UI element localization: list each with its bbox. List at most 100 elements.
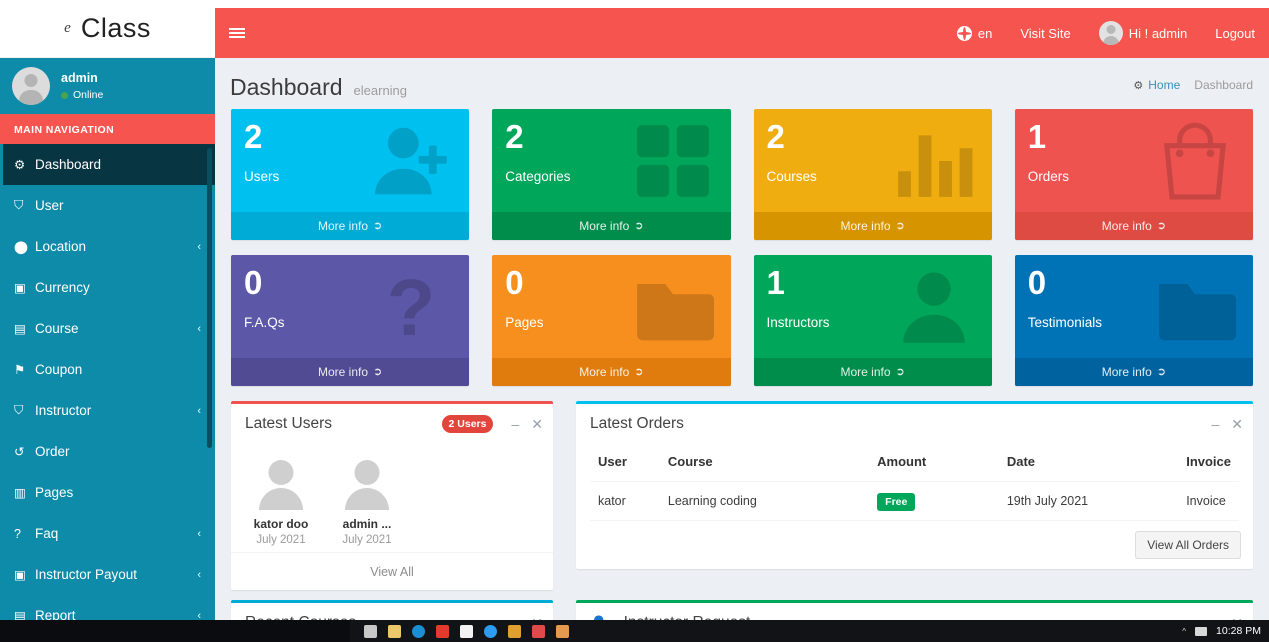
sidebar: e Class admin Online MAIN NAVIGATION ⚙ Da… xyxy=(0,0,215,630)
globe-icon: ⬤ xyxy=(14,240,28,254)
taskbar-clock[interactable]: 10:28 PM xyxy=(1216,625,1261,637)
sidebar-item-coupon[interactable]: ⚑ Coupon xyxy=(0,349,215,390)
order-user[interactable]: kator xyxy=(590,481,660,521)
sidebar-item-user[interactable]: ⛉ User xyxy=(0,185,215,226)
chevron-left-icon: ‹ xyxy=(197,240,201,253)
user-plus-icon: ⛉ xyxy=(14,403,24,417)
sidebar-user-status: Online xyxy=(61,88,103,104)
content-area: Dashboard elearning ⚙ Home Dashboard 2 Us… xyxy=(215,58,1269,630)
edge-icon[interactable] xyxy=(412,624,425,638)
info-box-label: Categories xyxy=(505,169,571,184)
info-box-orders[interactable]: 1 Orders More info ➲ xyxy=(1014,109,1253,240)
info-box-instructors[interactable]: 1 Instructors More info ➲ xyxy=(753,255,992,386)
close-icon[interactable]: ✕ xyxy=(1231,417,1243,431)
orders-table: User Course Amount Date Invoice kator Learnin… xyxy=(590,444,1239,521)
arrow-circle-right-icon: ➲ xyxy=(373,219,383,232)
latest-orders-header: Latest Orders – ✕ xyxy=(576,404,1253,444)
info-box-more-link[interactable]: More info ➲ xyxy=(231,212,470,240)
order-date: 19th July 2021 xyxy=(998,481,1179,521)
logout-link[interactable]: Logout xyxy=(1201,8,1269,58)
user-add-icon xyxy=(365,120,457,202)
arrow-circle-right-icon: ➲ xyxy=(895,219,905,232)
brand-logo[interactable]: e Class xyxy=(0,0,215,58)
app-pink-icon[interactable] xyxy=(532,624,545,638)
sidebar-item-dashboard[interactable]: ⚙ Dashboard xyxy=(0,144,215,185)
minus-icon[interactable]: – xyxy=(1211,417,1219,431)
info-box-users[interactable]: 2 Users More info ➲ xyxy=(231,109,470,240)
sidebar-item-location[interactable]: ⬤ Location ‹ xyxy=(0,226,215,267)
orders-col-header: User xyxy=(590,444,660,482)
close-icon[interactable]: ✕ xyxy=(531,417,543,431)
breadcrumb: ⚙ Home Dashboard xyxy=(1133,78,1253,92)
order-invoice-link[interactable]: Invoice xyxy=(1178,481,1239,521)
latest-users-footer: View All xyxy=(231,552,553,590)
sidebar-item-currency[interactable]: ▣ Currency xyxy=(0,267,215,308)
info-box-more-link[interactable]: More info ➲ xyxy=(492,358,731,386)
app-yellow-icon[interactable] xyxy=(508,624,521,638)
info-box-f-a-qs[interactable]: 0 F.A.Qs? More info ➲ xyxy=(231,255,470,386)
sidebar-item-course[interactable]: ▤ Course ‹ xyxy=(0,308,215,349)
info-box-label: Pages xyxy=(505,315,544,330)
app-blue-icon[interactable] xyxy=(484,624,497,638)
info-box-testimonials[interactable]: 0 Testimonials More info ➲ xyxy=(1014,255,1253,386)
info-box-label: Testimonials xyxy=(1027,315,1103,330)
user-icon: ⛉ xyxy=(14,198,24,212)
sidebar-item-pages[interactable]: ▥ Pages xyxy=(0,472,215,513)
tag-icon: ⚑ xyxy=(14,363,26,377)
info-box-categories[interactable]: 2 Categories More info ➲ xyxy=(492,109,731,240)
dashboard-icon: ⚙ xyxy=(14,158,26,172)
info-box-label: F.A.Qs xyxy=(244,315,285,330)
greeting-label: Hi ! admin xyxy=(1128,25,1188,41)
question-circle-icon: ? xyxy=(14,526,21,541)
app-red-icon[interactable] xyxy=(436,624,449,638)
page-title: Dashboard xyxy=(230,74,343,100)
globe-icon xyxy=(956,25,972,41)
arrow-circle-right-icon: ➲ xyxy=(1156,365,1166,378)
orders-table-body: kator Learning coding Free 19th July 2021 In… xyxy=(590,481,1239,521)
sidebar-item-instructor-payout[interactable]: ▣ Instructor Payout ‹ xyxy=(0,554,215,595)
info-box-more-link[interactable]: More info ➲ xyxy=(753,212,992,240)
order-amount-badge: Free xyxy=(877,493,916,511)
latest-user-name: admin ... xyxy=(342,517,392,531)
visit-site-link[interactable]: Visit Site xyxy=(1006,8,1084,58)
sidebar-item-label: Dashboard xyxy=(35,157,102,172)
taskbar-caret-icon[interactable]: ^ xyxy=(1182,627,1186,636)
visit-site-label: Visit Site xyxy=(1020,25,1071,41)
view-all-users-link[interactable]: View All xyxy=(370,565,414,579)
taskbar-start-region[interactable] xyxy=(0,620,350,642)
info-box-more-link[interactable]: More info ➲ xyxy=(1014,212,1253,240)
sidebar-item-faq[interactable]: ? Faq ‹ xyxy=(0,513,215,554)
language-switcher[interactable]: en xyxy=(943,8,1006,58)
info-box-more-link[interactable]: More info ➲ xyxy=(231,358,470,386)
sidebar-user-panel[interactable]: admin Online xyxy=(0,58,215,114)
app-white-icon[interactable] xyxy=(460,624,473,638)
info-box-row-1: 2 Users More info ➲ 2 Categories More info ➲ 2 Co… xyxy=(215,109,1269,255)
page-header: Dashboard elearning ⚙ Home Dashboard xyxy=(215,58,1269,109)
sidebar-item-order[interactable]: ↺ Order xyxy=(0,431,215,472)
info-box-courses[interactable]: 2 Courses More info ➲ xyxy=(753,109,992,240)
info-box-more-link[interactable]: More info ➲ xyxy=(1014,358,1253,386)
task-view-icon[interactable] xyxy=(364,624,377,638)
info-box-more-link[interactable]: More info ➲ xyxy=(753,358,992,386)
breadcrumb-home[interactable]: ⚙ Home xyxy=(1133,78,1180,92)
network-icon[interactable] xyxy=(1195,626,1208,636)
sidebar-scrollbar[interactable] xyxy=(207,148,212,448)
order-course: Learning coding xyxy=(659,481,870,521)
latest-user-item[interactable]: admin ... July 2021 xyxy=(331,458,403,546)
view-all-orders-button[interactable]: View All Orders xyxy=(1135,531,1241,559)
os-taskbar: ^ 10:28 PM xyxy=(0,620,1269,642)
latest-users-header: Latest Users 2 Users – ✕ xyxy=(231,404,553,444)
app-orange-icon[interactable] xyxy=(556,624,569,638)
latest-user-item[interactable]: kator doo July 2021 xyxy=(245,458,317,546)
minus-icon[interactable]: – xyxy=(511,417,519,431)
chevron-left-icon: ‹ xyxy=(197,527,201,540)
taskbar-icons xyxy=(350,624,569,638)
sidebar-item-instructor[interactable]: ⛉ Instructor ‹ xyxy=(0,390,215,431)
file-explorer-icon[interactable] xyxy=(388,624,401,638)
taskbar-tray: ^ 10:28 PM xyxy=(1182,625,1269,637)
orders-col-header: Date xyxy=(998,444,1179,482)
hamburger-icon[interactable] xyxy=(215,8,259,58)
info-box-more-link[interactable]: More info ➲ xyxy=(492,212,731,240)
user-menu[interactable]: Hi ! admin xyxy=(1085,8,1202,58)
info-box-pages[interactable]: 0 Pages More info ➲ xyxy=(492,255,731,386)
